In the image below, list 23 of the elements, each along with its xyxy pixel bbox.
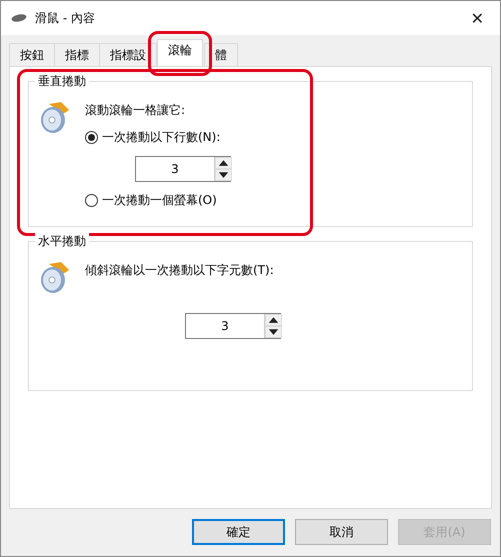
prompt-text: 滾動滾輪一格讓它: (85, 102, 186, 119)
number-spinner[interactable]: 3 (135, 156, 231, 182)
close-button[interactable]: ✕ (464, 8, 490, 28)
tab[interactable]: 指標設 (99, 43, 157, 66)
tab[interactable]: 體 (204, 43, 238, 66)
tab[interactable]: 滾輪 (157, 39, 203, 66)
mouse-icon (11, 13, 27, 23)
radio-label[interactable]: 一次捲動以下行數(N): (102, 129, 220, 146)
mouse-wheel-icon (39, 260, 71, 294)
spinner-value: 3 (170, 161, 180, 178)
spinner-value: 3 (220, 318, 230, 335)
tab[interactable]: 按鈕 (9, 43, 55, 66)
radio-button[interactable] (85, 194, 98, 207)
group-title: 水平捲動 (35, 233, 89, 250)
radio-button[interactable] (85, 131, 98, 144)
mouse-wheel-icon (39, 100, 71, 134)
radio-label[interactable]: 一次捲動一個螢幕(O) (102, 192, 217, 209)
dialog-button[interactable]: 取消 (295, 519, 388, 545)
dialog-button[interactable]: 確定 (192, 519, 285, 545)
group-title: 垂直捲動 (35, 73, 89, 90)
window-title: 滑鼠 - 內容 (35, 10, 96, 26)
number-spinner[interactable]: 3 (185, 313, 281, 339)
prompt-text: 傾斜滾輪以一次捲動以下字元數(T): (85, 262, 275, 279)
